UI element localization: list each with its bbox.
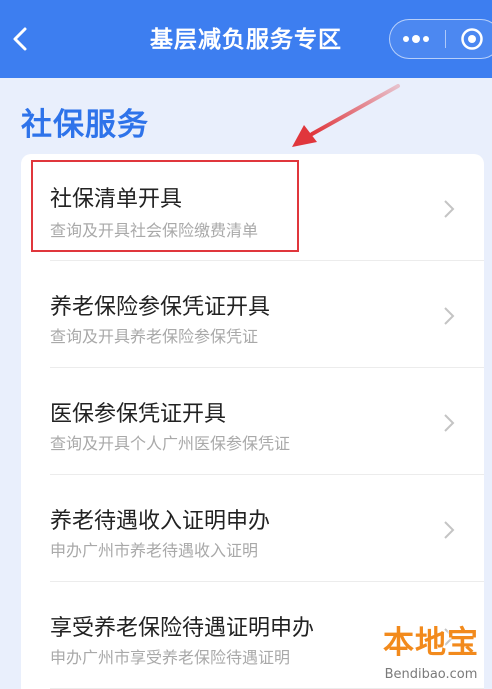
item-title: 医保参保凭证开具 xyxy=(50,402,227,427)
item-title: 养老待遇收入证明申办 xyxy=(50,509,271,534)
watermark-url: Bendibao.com xyxy=(384,667,478,682)
list-item[interactable]: 医保参保凭证开具 查询及开具个人广州医保参保凭证 xyxy=(21,368,484,475)
chevron-right-icon xyxy=(444,200,455,218)
item-subtitle: 申办广州市养老待遇收入证明 xyxy=(50,541,259,560)
item-subtitle: 查询及开具养老保险参保凭证 xyxy=(50,327,259,346)
watermark-logo-text: 本地宝 xyxy=(383,625,479,661)
item-title: 养老保险参保凭证开具 xyxy=(50,295,271,320)
list-item[interactable]: 养老保险参保凭证开具 查询及开具养老保险参保凭证 xyxy=(21,261,484,368)
chevron-right-icon xyxy=(444,414,455,432)
chevron-right-icon xyxy=(444,521,455,539)
more-button[interactable] xyxy=(390,20,442,58)
highlight-box xyxy=(31,160,299,252)
capsule-divider xyxy=(445,30,446,48)
item-subtitle: 申办广州市享受养老保险待遇证明 xyxy=(50,648,291,667)
mini-program-capsule xyxy=(389,19,492,59)
item-subtitle: 查询及开具个人广州医保参保凭证 xyxy=(50,434,291,453)
nav-bar: 基层减负服务专区 xyxy=(0,0,492,78)
close-button[interactable] xyxy=(452,20,492,58)
target-close-icon xyxy=(461,28,483,50)
bendibao-watermark: 本地宝 Bendibao.com xyxy=(372,620,490,686)
chevron-right-icon xyxy=(444,307,455,325)
item-title: 享受养老保险待遇证明申办 xyxy=(50,616,315,641)
list-item[interactable]: 养老待遇收入证明申办 申办广州市养老待遇收入证明 xyxy=(21,475,484,582)
section-title: 社保服务 xyxy=(21,107,149,143)
more-dots-icon xyxy=(403,35,429,43)
